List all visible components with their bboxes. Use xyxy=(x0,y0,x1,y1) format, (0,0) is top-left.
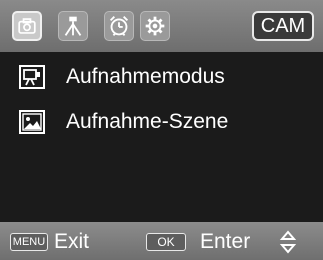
alarm-clock-icon xyxy=(109,16,129,36)
exit-hint: Exit xyxy=(54,230,90,253)
menu-item-capture-mode[interactable]: Aufnahmemodus xyxy=(0,57,323,97)
capture-mode-icon xyxy=(18,64,46,90)
footer-bar: MENU Exit OK Enter xyxy=(0,222,323,260)
menu-item-scene[interactable]: Aufnahme-Szene xyxy=(0,102,323,142)
tab-tripod[interactable] xyxy=(58,11,88,41)
mode-badge: CAM xyxy=(252,11,314,41)
gear-icon xyxy=(145,16,165,36)
menu-item-label: Aufnahmemodus xyxy=(66,65,225,88)
scene-icon xyxy=(18,109,46,135)
tab-settings[interactable] xyxy=(140,11,170,41)
tripod-icon xyxy=(64,16,82,36)
tab-camera[interactable] xyxy=(12,11,42,41)
up-down-arrows-icon xyxy=(279,230,297,254)
camera-menu-screen: CAM Aufnahmemodus Aufnahme-Szene MENU Ex… xyxy=(0,0,323,260)
camera-icon xyxy=(18,18,36,34)
tab-timer[interactable] xyxy=(104,11,134,41)
enter-hint: Enter xyxy=(200,230,251,253)
header-bar: CAM xyxy=(0,0,323,52)
ok-key[interactable]: OK xyxy=(146,233,186,251)
menu-item-label: Aufnahme-Szene xyxy=(66,110,229,133)
menu-key[interactable]: MENU xyxy=(10,233,48,251)
